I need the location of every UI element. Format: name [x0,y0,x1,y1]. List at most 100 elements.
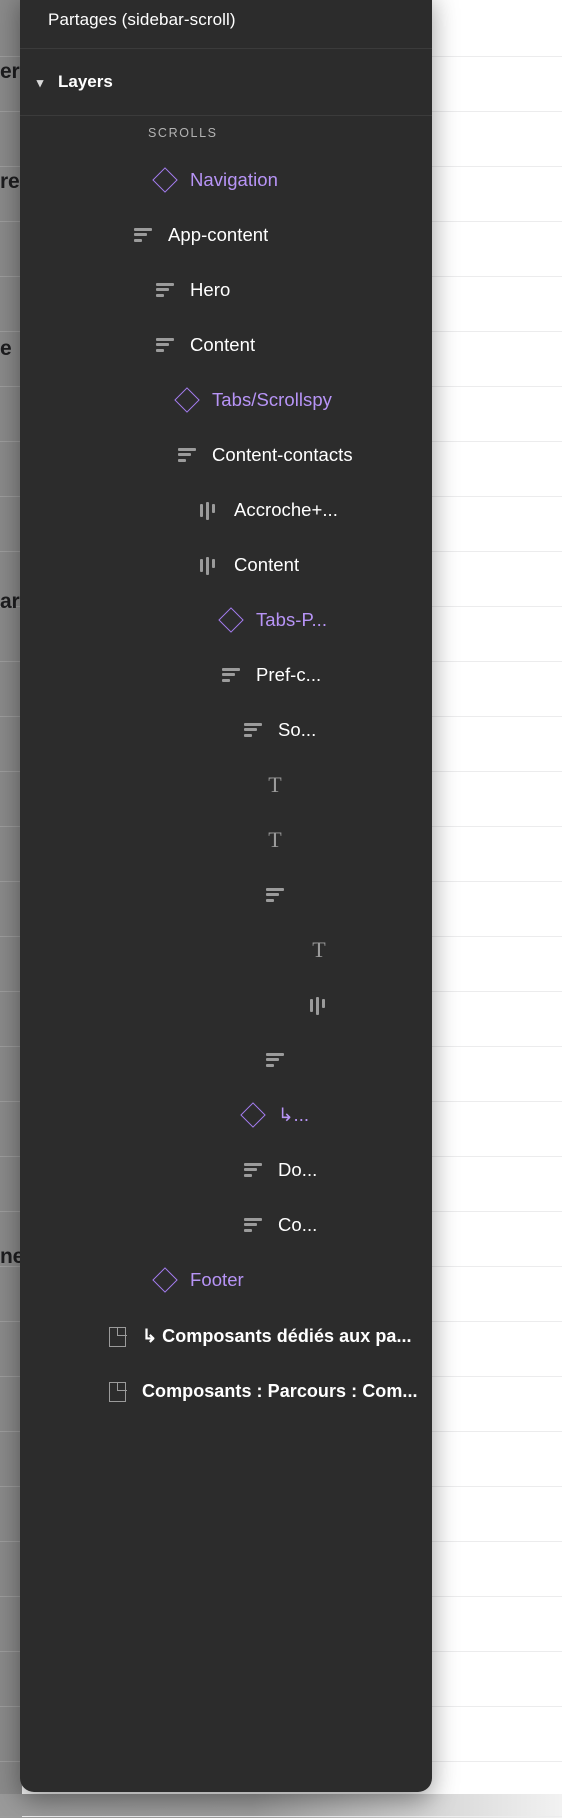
page-row-divider-dim [0,1651,22,1652]
text-layer-icon: T [268,771,282,797]
layer-row[interactable] [20,977,432,1032]
layer-row[interactable]: ↳... [20,1087,432,1142]
layer-row[interactable]: T [20,757,432,812]
layers-panel: Partages (sidebar-scroll) ▾ Layers SCROL… [20,0,432,1792]
chevron-down-icon[interactable]: ▾ [30,76,50,89]
frame-vertical-icon [238,715,268,745]
layer-row[interactable] [20,1032,432,1087]
layer-row[interactable]: Accroche+... [20,482,432,537]
frame-vertical-icon [238,1210,268,1240]
page-text-fragment: re [0,170,20,193]
page-row-divider-dim [0,1541,22,1542]
page-row-label: Composants : Parcours : Com... [142,1381,418,1401]
layer-row-label: Co... [278,1213,318,1235]
page-row-divider-dim [0,1211,22,1212]
page-row-divider-dim [0,1761,22,1762]
frame-vertical-icon [238,1155,268,1185]
layer-row-label: Navigation [190,168,278,190]
layer-row-label: Do... [278,1158,318,1180]
page-text-fragment: e [0,337,12,360]
layer-row[interactable]: T [20,812,432,867]
text-layer-icon: T [312,936,326,962]
page-bottom-bar [0,1794,562,1818]
page-row-divider-dim [0,551,22,552]
component-diamond-icon [150,1265,180,1295]
layer-row-label: Content-contacts [212,443,353,465]
page-row[interactable]: ↳ Composants dédiés aux pa... [20,1309,432,1364]
page-row-divider-dim [0,1706,22,1707]
page-row-divider-dim [0,1816,22,1817]
component-diamond-icon [216,605,246,635]
page-row-divider-dim [0,1486,22,1487]
layer-row-label: Content [190,333,256,355]
component-diamond-icon [238,1100,268,1130]
page-row-divider-dim [0,1596,22,1597]
layer-row[interactable]: App-content [20,207,432,262]
layer-row-label: Hero [190,278,231,300]
page-text-fragment: ne [0,1245,22,1268]
page-row-divider-dim [0,56,22,57]
layer-row[interactable]: So... [20,702,432,757]
page-row-divider-dim [0,716,22,717]
page-row-divider-dim [0,771,22,772]
frame-vertical-icon [172,440,202,470]
frame-vertical-icon [150,275,180,305]
layer-row-label: Content [234,553,300,575]
layer-row[interactable]: Content-contacts [20,427,432,482]
page-row-divider-dim [0,386,22,387]
layer-row[interactable]: T [20,922,432,977]
page-row-divider-dim [0,221,22,222]
page-icon [102,1377,132,1407]
page-row-divider [0,1816,562,1817]
page-row-divider-dim [0,661,22,662]
frame-vertical-icon [128,220,158,250]
page-row-divider-dim [0,276,22,277]
layer-row-label: Accroche+... [234,498,338,520]
frame-horizontal-icon [304,990,334,1020]
page-row-divider-dim [0,1046,22,1047]
layer-row[interactable] [20,867,432,922]
layer-tree: Navigation App-content Hero Content Tabs/Scr… [20,150,432,1307]
text-layer-icon: T [268,826,282,852]
page-row-divider-dim [0,111,22,112]
page-row-divider-dim [0,166,22,167]
layer-row[interactable]: Footer [20,1252,432,1307]
layers-section-label: Layers [58,72,113,91]
page-row-divider-dim [0,1431,22,1432]
layer-row[interactable]: Do... [20,1142,432,1197]
layer-row[interactable]: Co... [20,1197,432,1252]
page-row[interactable]: Composants : Parcours : Com... [20,1364,432,1419]
page-row-label: ↳ Composants dédiés aux pa... [142,1326,412,1346]
page-row-divider-dim [0,936,22,937]
frame-horizontal-icon [194,495,224,525]
panel-title: Partages (sidebar-scroll) [48,10,236,29]
component-diamond-icon [150,165,180,195]
layer-row[interactable]: Pref-c... [20,647,432,702]
layer-row[interactable]: Tabs-P... [20,592,432,647]
layer-row-label: So... [278,718,317,740]
frame-vertical-icon [260,880,290,910]
layer-row[interactable]: Tabs/Scrollspy [20,372,432,427]
layer-row-label: Tabs/Scrollspy [212,388,332,410]
page-dim-strip [0,0,22,1818]
page-row-divider-dim [0,1101,22,1102]
frame-vertical-icon [150,330,180,360]
frame-horizontal-icon [194,550,224,580]
layer-row[interactable]: Content [20,317,432,372]
page-row-divider-dim [0,496,22,497]
layer-row-label: App-content [168,223,269,245]
layer-row-label: Footer [190,1268,244,1290]
page-row-divider-dim [0,1321,22,1322]
frame-vertical-icon [216,660,246,690]
page-row-divider-dim [0,881,22,882]
page-row-divider-dim [0,331,22,332]
page-row-divider-dim [0,441,22,442]
component-diamond-icon [172,385,202,415]
layer-row[interactable]: Navigation [20,152,432,207]
layer-group-label: SCROLLS [148,126,218,140]
screenshot-root: ero re e ar ne Partages (sidebar-scroll) ▾ L… [0,0,562,1818]
layer-row[interactable]: Hero [20,262,432,317]
layer-row[interactable]: Content [20,537,432,592]
layers-section-header[interactable]: ▾ Layers [20,49,432,115]
page-icon [102,1322,132,1352]
